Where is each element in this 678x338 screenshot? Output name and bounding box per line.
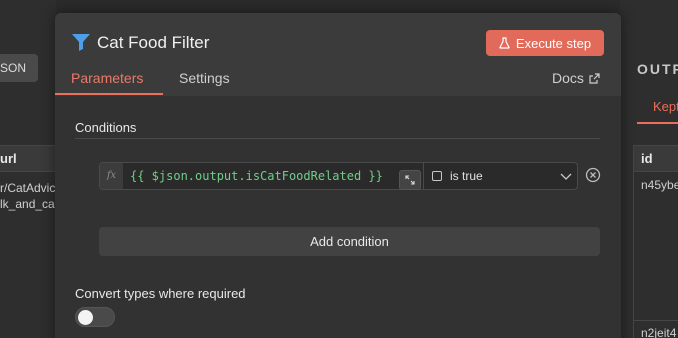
tab-kept[interactable]: Kept — [637, 88, 678, 124]
input-table-header: url — [0, 145, 56, 172]
modal-header: Cat Food Filter Execute step Parameters … — [55, 13, 621, 96]
tab-parameters[interactable]: Parameters — [71, 70, 143, 86]
node-settings-modal: Cat Food Filter Execute step Parameters … — [55, 13, 621, 338]
row-divider — [634, 320, 678, 321]
input-table-cell: r/CatAdvic — [0, 181, 56, 195]
output-table-cell: n2jeit4 — [641, 326, 677, 338]
execute-step-label: Execute step — [515, 35, 592, 51]
output-table: id n45ybe n2jeit4 — [633, 145, 678, 338]
boolean-icon — [432, 171, 442, 181]
json-view-button[interactable]: SON — [0, 54, 38, 82]
condition-row: fx {{ $json.output.isCatFoodRelated }} i… — [99, 162, 578, 190]
active-tab-indicator — [55, 93, 163, 95]
tab-settings[interactable]: Settings — [179, 70, 230, 86]
divider — [75, 138, 600, 139]
expand-icon — [405, 175, 415, 185]
chevron-down-icon — [560, 173, 572, 180]
output-table-cell: n45ybe — [641, 178, 678, 192]
operator-select[interactable]: is true — [423, 163, 578, 189]
filter-icon — [72, 34, 90, 51]
condition-expression-input[interactable]: {{ $json.output.isCatFoodRelated }} — [130, 169, 383, 183]
fx-icon: fx — [100, 163, 123, 189]
flask-icon — [499, 37, 510, 49]
conditions-label: Conditions — [75, 120, 137, 135]
expand-expression-button[interactable] — [399, 170, 421, 190]
input-column-url: url — [0, 151, 17, 166]
modal-body: Conditions fx {{ $json.output.isCatFoodR… — [55, 96, 621, 338]
execute-step-button[interactable]: Execute step — [486, 30, 604, 56]
toggle-knob — [78, 310, 93, 325]
external-link-icon — [589, 72, 600, 84]
output-column-id: id — [634, 145, 678, 172]
convert-types-label: Convert types where required — [75, 286, 246, 301]
convert-types-toggle[interactable] — [75, 307, 115, 327]
docs-link[interactable]: Docs — [552, 70, 600, 86]
docs-label: Docs — [552, 70, 584, 86]
add-condition-button[interactable]: Add condition — [99, 227, 600, 256]
operator-value: is true — [450, 169, 483, 183]
input-table-cell: lk_and_ca — [0, 197, 55, 211]
remove-condition-icon[interactable] — [585, 167, 601, 183]
output-panel-title: OUTP — [637, 61, 678, 77]
node-title[interactable]: Cat Food Filter — [97, 33, 209, 53]
